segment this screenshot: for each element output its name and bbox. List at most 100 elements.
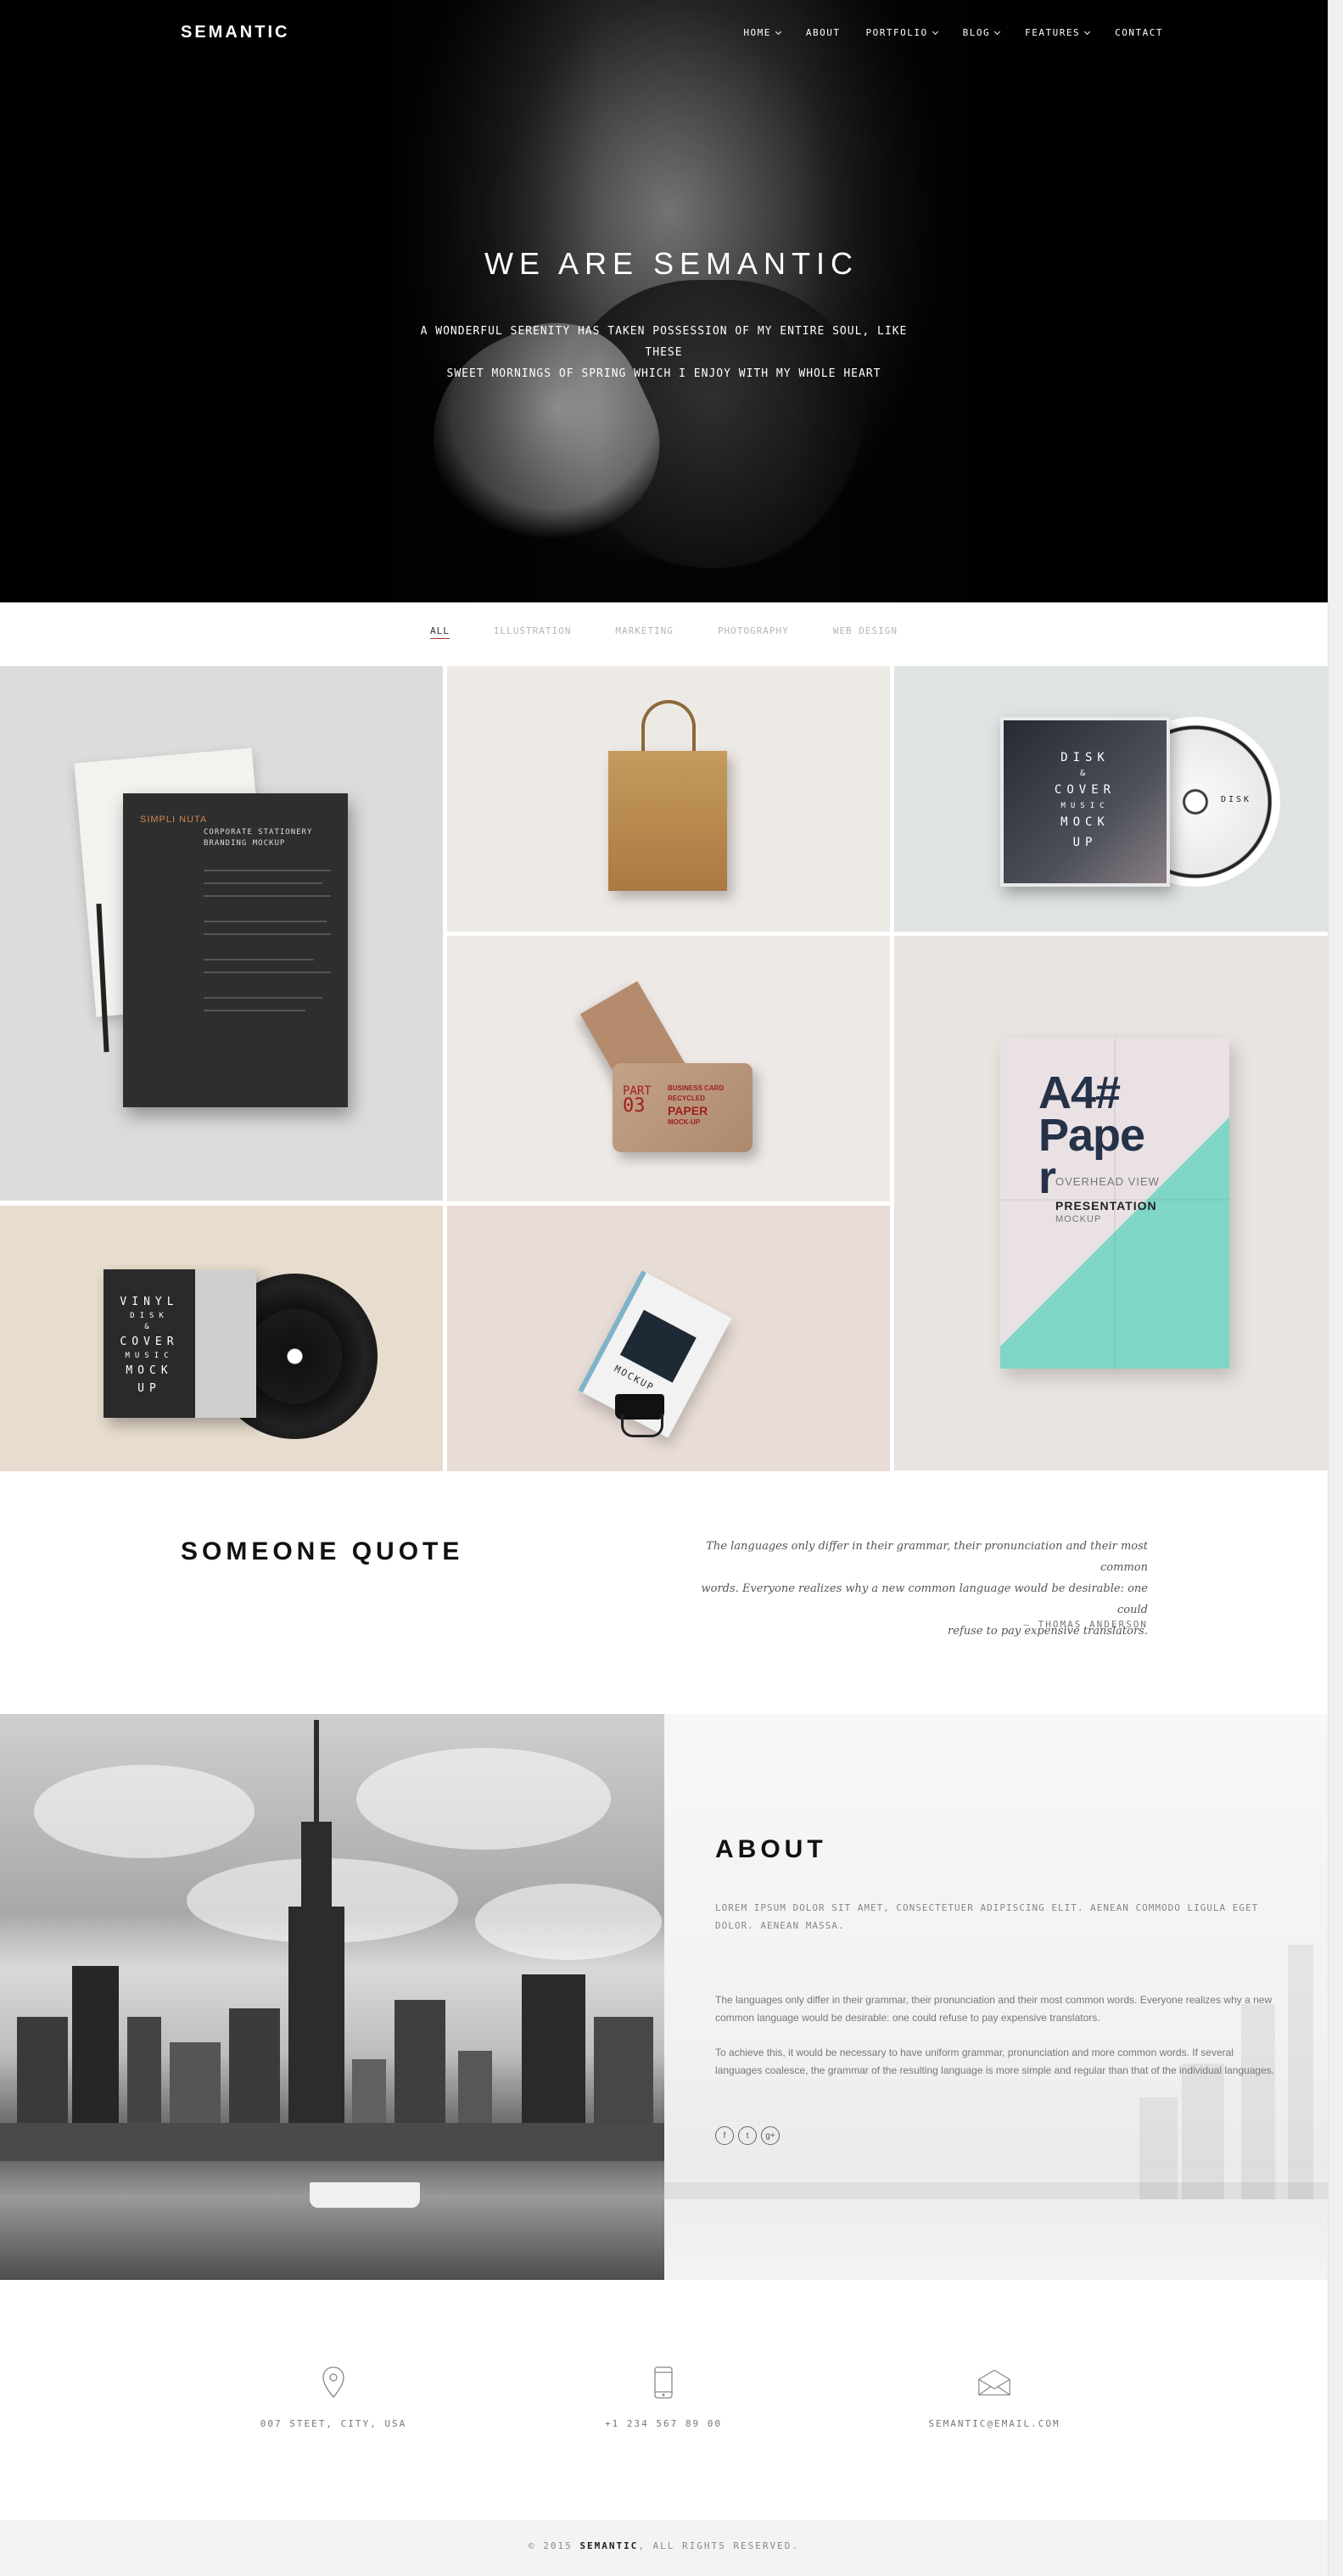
portfolio-item-stationery[interactable]: SIMPLI NUTA CORPORATE STATIONERY BRANDIN…	[0, 666, 443, 1201]
text-line	[204, 882, 322, 884]
waterfront	[0, 2123, 664, 2161]
portfolio-filters: ALL ILLUSTRATION MARKETING PHOTOGRAPHY W…	[0, 625, 1328, 639]
cover-line: DISK	[130, 1312, 169, 1320]
contact-phone: +1 234 567 89 00	[553, 2366, 774, 2429]
email-text[interactable]: SEMANTIC@EMAIL.COM	[884, 2418, 1105, 2429]
ghost-building	[1241, 2004, 1275, 2199]
site-logo[interactable]: SEMANTIC	[181, 23, 289, 42]
a4-paper-image: A4# Pape r OVERHEAD VIEW PRESENTATION MO…	[1000, 1038, 1229, 1369]
nav-home[interactable]: HOME	[743, 27, 781, 38]
cover-line: DISK	[1060, 751, 1110, 764]
nav-home-label: HOME	[743, 27, 771, 38]
page-scrollbar[interactable]	[1328, 0, 1343, 2576]
cloud	[356, 1748, 611, 1850]
stationery-heading-line: CORPORATE STATIONERY	[204, 828, 313, 837]
portfolio-item-tote-bag[interactable]	[447, 666, 890, 932]
filter-photography[interactable]: PHOTOGRAPHY	[718, 625, 789, 639]
card-text-line: RECYCLED	[668, 1095, 706, 1102]
nav-blog[interactable]: BLOG	[962, 27, 1001, 38]
cover-line: MOCK	[126, 1364, 173, 1377]
cover-line: &	[144, 1323, 154, 1331]
hero-subtitle: A WONDERFUL SERENITY HAS TAKEN POSSESSIO…	[399, 321, 929, 384]
cover-line: UP	[137, 1382, 161, 1395]
portfolio-item-vinyl[interactable]: VINYL DISK & COVER MUSIC MOCK UP	[0, 1206, 443, 1471]
a4-mockup: MOCKUP	[1055, 1214, 1102, 1224]
cover-line: &	[1079, 769, 1091, 778]
portfolio-item-disk-cover[interactable]: DISK DISK & COVER MUSIC MOCK UP	[894, 666, 1328, 932]
quote-line: words. Everyone realizes why a new commo…	[701, 1582, 1148, 1616]
nav-portfolio[interactable]: PORTFOLIO	[865, 27, 938, 38]
cover-line: MUSIC	[1060, 802, 1110, 810]
nav-contact-label: CONTACT	[1115, 27, 1163, 38]
nav-contact[interactable]: CONTACT	[1115, 27, 1163, 38]
about-lead: LOREM IPSUM DOLOR SIT AMET, CONSECTETUER…	[715, 1902, 1259, 1931]
hero-title: WE ARE SEMANTIC	[484, 246, 859, 281]
cover-line: MUSIC	[125, 1352, 174, 1360]
phone-icon	[646, 2366, 680, 2400]
text-line	[204, 959, 314, 960]
text-line	[204, 921, 327, 922]
envelope-icon	[977, 2366, 1011, 2400]
card-part-line: 03	[623, 1095, 646, 1117]
about-paragraph: The languages only differ in their gramm…	[715, 1994, 1273, 2024]
site-footer: © 2015 SEMANTIC, ALL RIGHTS RESERVED.	[0, 2520, 1328, 2576]
disc-label: DISK	[1221, 795, 1252, 804]
cover-line: UP	[1072, 836, 1098, 849]
chevron-down-icon	[932, 28, 938, 35]
footer-copyright: © 2015	[528, 2540, 580, 2551]
nav-portfolio-label: PORTFOLIO	[865, 27, 928, 38]
google-plus-icon[interactable]: g+	[761, 2126, 780, 2145]
ferry-boat	[310, 2182, 420, 2208]
hero-subtitle-line: SWEET MORNINGS OF SPRING WHICH I ENJOY W…	[446, 367, 881, 380]
quote-author: — THOMAS ANDERSON	[1023, 1619, 1148, 1630]
chevron-down-icon	[1084, 28, 1091, 35]
text-line	[204, 1010, 305, 1011]
nav-features[interactable]: FEATURES	[1025, 27, 1091, 38]
phone-text[interactable]: +1 234 567 89 00	[553, 2418, 774, 2429]
ghost-waterfront	[664, 2182, 1328, 2199]
cover-line: COVER	[120, 1336, 179, 1348]
text-line	[204, 870, 331, 871]
facebook-icon[interactable]: f	[715, 2126, 734, 2145]
ghost-building	[1182, 2064, 1224, 2199]
nav-about[interactable]: ABOUT	[806, 27, 841, 38]
portfolio-item-a4-paper[interactable]: A4# Pape r OVERHEAD VIEW PRESENTATION MO…	[894, 936, 1328, 1470]
portfolio-item-card-stand[interactable]: MOCKUP	[447, 1206, 890, 1471]
cover-text: VINYL DISK & COVER MUSIC MOCK UP	[104, 1293, 195, 1397]
nav-about-label: ABOUT	[805, 27, 841, 38]
footer-brand[interactable]: SEMANTIC	[579, 2540, 638, 2551]
card-text-line: MOCK-UP	[668, 1118, 701, 1126]
a4-overhead: OVERHEAD VIEW	[1055, 1175, 1160, 1188]
quote-line: The languages only differ in their gramm…	[706, 1540, 1148, 1574]
card-part: PART 03	[623, 1084, 652, 1117]
stationery-folder: SIMPLI NUTA CORPORATE STATIONERY BRANDIN…	[123, 793, 348, 1107]
filter-all[interactable]: ALL	[429, 625, 450, 639]
filter-illustration[interactable]: ILLUSTRATION	[494, 625, 571, 639]
stationery-heading: CORPORATE STATIONERY BRANDING MOCKUP	[204, 827, 312, 849]
text-line	[204, 933, 331, 935]
twitter-icon[interactable]: t	[738, 2126, 757, 2145]
quote-title: SOMEONE QUOTE	[181, 1537, 464, 1565]
contact-address: 007 STEET, CITY, USA	[223, 2366, 444, 2429]
nav-features-label: FEATURES	[1025, 27, 1081, 38]
portfolio-item-business-card[interactable]: PART 03 BUSINESS CARD RECYCLED PAPER MOC…	[447, 936, 890, 1201]
text-line	[204, 895, 331, 897]
card-text-line: PAPER	[668, 1104, 708, 1117]
cloud	[475, 1884, 662, 1960]
filter-web-design[interactable]: WEB DESIGN	[833, 625, 898, 639]
contact-email: SEMANTIC@EMAIL.COM	[884, 2366, 1105, 2429]
text-line	[204, 997, 322, 999]
stationery-heading-line: BRANDING MOCKUP	[204, 839, 286, 848]
binder-clip-arm	[621, 1414, 663, 1437]
filter-marketing[interactable]: MARKETING	[615, 625, 674, 639]
river-water	[0, 2161, 664, 2280]
hero-shade	[0, 0, 1328, 602]
cover-text: DISK & COVER MUSIC MOCK UP	[1004, 748, 1167, 853]
hero-section	[0, 0, 1328, 602]
cloud	[34, 1765, 255, 1858]
cover-line: COVER	[1054, 783, 1116, 797]
a4-headline-line: Pape	[1038, 1110, 1145, 1161]
nav-blog-label: BLOG	[962, 27, 991, 38]
tote-bag-image	[608, 751, 727, 891]
vinyl-sleeve-image: VINYL DISK & COVER MUSIC MOCK UP	[104, 1269, 256, 1418]
